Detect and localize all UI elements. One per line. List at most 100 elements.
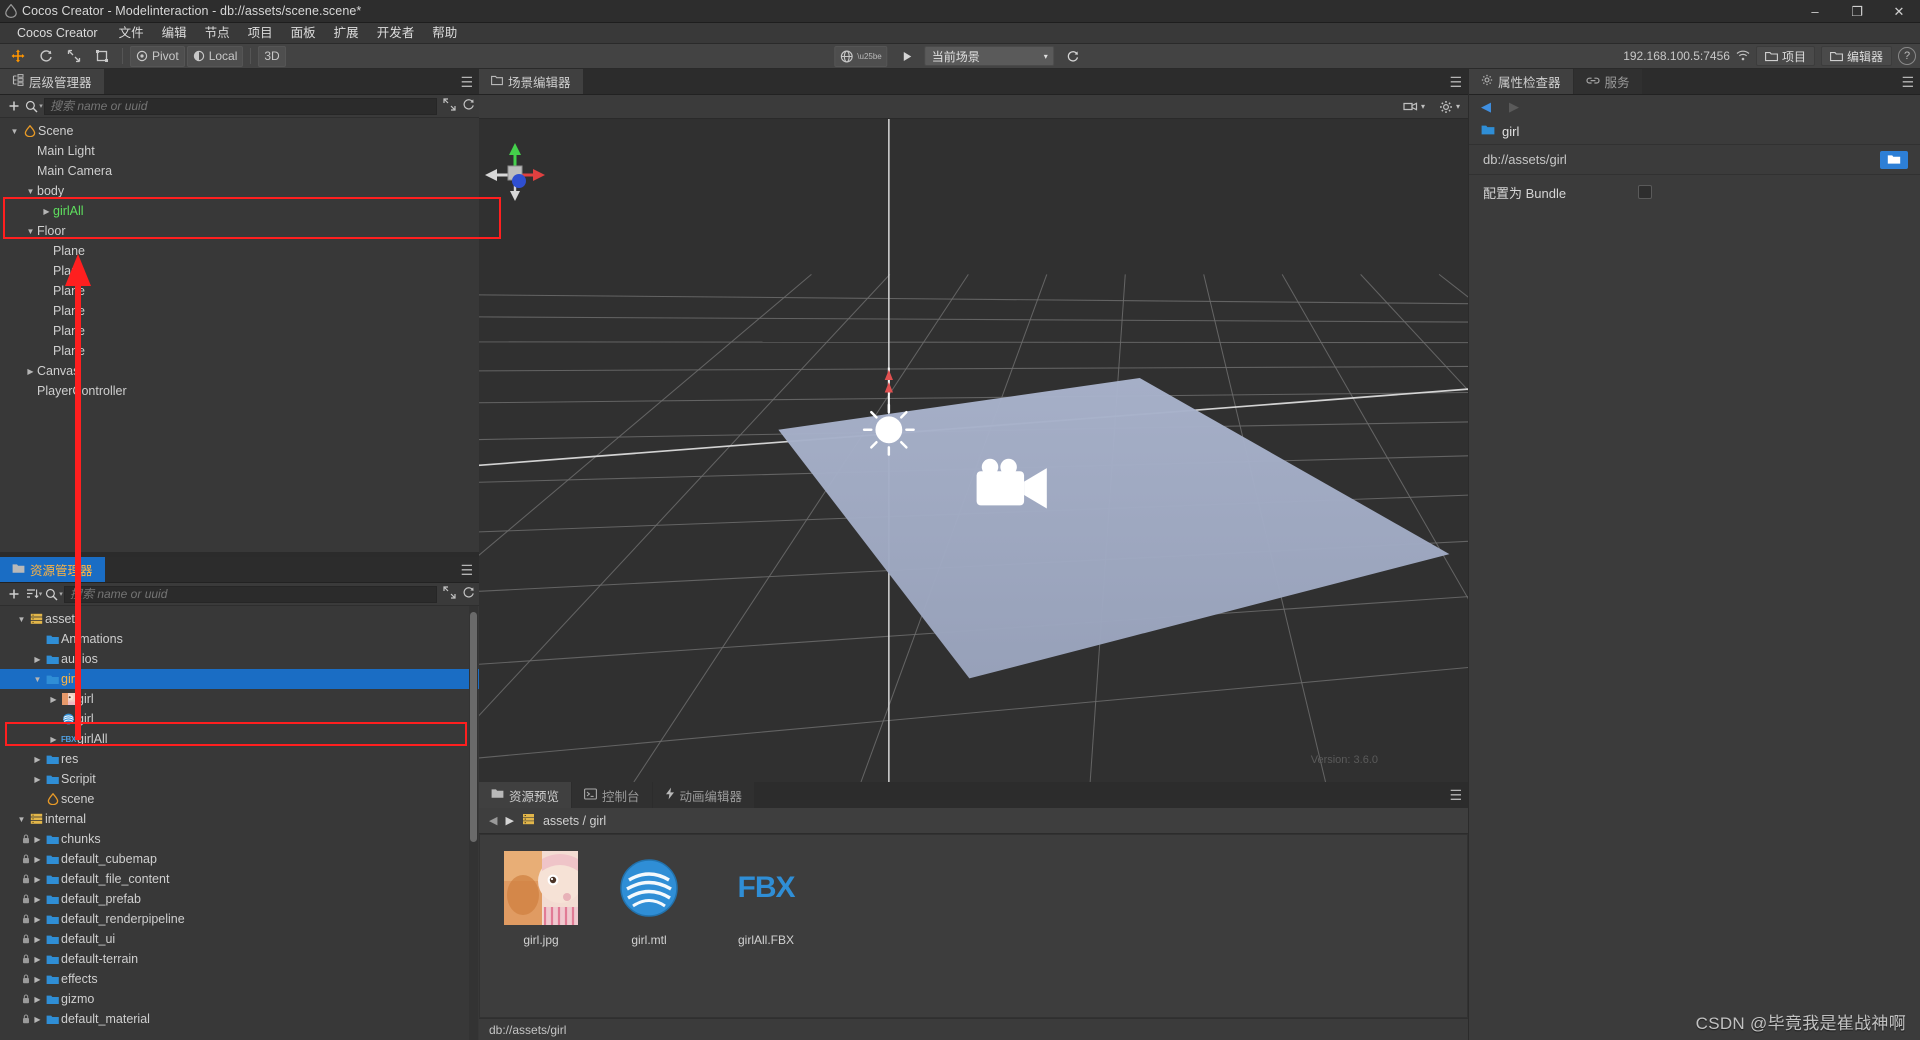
sort-icon[interactable]: ▾	[24, 583, 44, 606]
asset-node[interactable]: ▶ default_prefab	[0, 889, 479, 909]
tree-arrow-collapsed-icon[interactable]: ▶	[31, 935, 44, 944]
asset-node[interactable]: ▶ default_renderpipeline	[0, 909, 479, 929]
asset-card-girl-mtl[interactable]: girl.mtl	[608, 851, 690, 947]
collapse-all-icon[interactable]	[443, 98, 456, 114]
hierarchy-search-input[interactable]	[44, 97, 437, 115]
preview-device-button[interactable]: \u25be	[834, 45, 888, 67]
dimension-toggle-button[interactable]: 3D	[258, 45, 286, 67]
tree-arrow-collapsed-icon[interactable]: ▶	[31, 955, 44, 964]
assets-refresh-icon[interactable]	[462, 586, 475, 602]
asset-node[interactable]: ▶ girl	[0, 689, 479, 709]
asset-node[interactable]: ▶ default_ui	[0, 929, 479, 949]
menu-item-edit[interactable]: 编辑	[153, 23, 196, 44]
help-button[interactable]: ?	[1898, 47, 1916, 65]
breadcrumb-forward-button[interactable]: ▶	[505, 814, 513, 827]
tree-arrow-collapsed-icon[interactable]: ▶	[31, 915, 44, 924]
move-tool-button[interactable]	[5, 46, 31, 67]
add-node-icon[interactable]	[4, 95, 24, 118]
tree-arrow-collapsed-icon[interactable]: ▶	[31, 975, 44, 984]
tree-arrow-collapsed-icon[interactable]: ▶	[31, 875, 44, 884]
pivot-toggle-button[interactable]: Pivot	[130, 45, 185, 67]
minimize-button[interactable]: –	[1794, 0, 1836, 23]
tree-arrow-expanded-icon[interactable]: ▼	[15, 815, 28, 824]
asset-node[interactable]: ▶ default_material	[0, 1009, 479, 1029]
menu-item-help[interactable]: 帮助	[423, 23, 466, 44]
open-folder-button[interactable]	[1880, 150, 1908, 169]
asset-node[interactable]: ▶ default_cubemap	[0, 849, 479, 869]
asset-node[interactable]: Animations	[0, 629, 479, 649]
inspector-panel-menu-button[interactable]: ☰	[1901, 69, 1914, 95]
rect-tool-button[interactable]	[89, 46, 115, 67]
axis-gizmo[interactable]	[479, 139, 551, 211]
tree-arrow-collapsed-icon[interactable]: ▶	[31, 755, 44, 764]
menu-item-panel[interactable]: 面板	[282, 23, 325, 44]
tab-console[interactable]: 控制台	[572, 782, 653, 808]
hierarchy-node[interactable]: Plane	[0, 261, 479, 281]
asset-node[interactable]: girl	[0, 709, 479, 729]
hierarchy-node[interactable]: ▼ Floor	[0, 221, 479, 241]
hierarchy-node[interactable]: Main Camera	[0, 161, 479, 181]
asset-node[interactable]: ▶ res	[0, 749, 479, 769]
tab-services[interactable]: 服务	[1573, 69, 1643, 94]
tree-arrow-collapsed-icon[interactable]: ▶	[47, 695, 60, 704]
project-settings-button[interactable]: 项目	[1755, 46, 1815, 66]
menu-item-extension[interactable]: 扩展	[325, 23, 368, 44]
asset-grid[interactable]: girl.jpg girl.mtl FBX girlAll.FBX	[479, 834, 1468, 1018]
breadcrumb-back-button[interactable]: ◀	[489, 814, 497, 827]
assets-panel-menu-button[interactable]: ☰	[460, 557, 473, 583]
play-preview-button[interactable]	[894, 46, 920, 67]
asset-node[interactable]: ▼ girl	[0, 669, 479, 689]
assets-tree[interactable]: ▼ assets Animations ▶ audios ▼ girl ▶ girl girl ▶ F…	[0, 606, 479, 1040]
maximize-button[interactable]: ❐	[1836, 0, 1878, 23]
hierarchy-node[interactable]: Plane	[0, 281, 479, 301]
menu-item-project[interactable]: 项目	[239, 23, 282, 44]
close-button[interactable]: ✕	[1878, 0, 1920, 23]
asset-card-girl-jpg[interactable]: girl.jpg	[500, 851, 582, 947]
tab-assets[interactable]: 资源管理器	[0, 557, 106, 582]
asset-node[interactable]: ▶ effects	[0, 969, 479, 989]
asset-node[interactable]: ▶ Scripit	[0, 769, 479, 789]
tree-arrow-collapsed-icon[interactable]: ▶	[31, 895, 44, 904]
tree-arrow-expanded-icon[interactable]: ▼	[31, 675, 44, 684]
gear-icon[interactable]: ▾	[1439, 100, 1460, 114]
scale-tool-button[interactable]	[61, 46, 87, 67]
tree-arrow-collapsed-icon[interactable]: ▶	[31, 855, 44, 864]
bottom-panel-menu-button[interactable]: ☰	[1449, 782, 1462, 808]
menu-item-cocos-creator[interactable]: Cocos Creator	[8, 23, 110, 44]
hierarchy-node[interactable]: Plane	[0, 301, 479, 321]
asset-node[interactable]: ▶ audios	[0, 649, 479, 669]
asset-node[interactable]: scene	[0, 789, 479, 809]
menu-item-file[interactable]: 文件	[110, 23, 153, 44]
inspector-forward-button[interactable]: ▶	[1509, 99, 1519, 115]
tree-arrow-collapsed-icon[interactable]: ▶	[31, 1015, 44, 1024]
refresh-icon[interactable]	[462, 98, 475, 114]
hierarchy-node[interactable]: ▼ body	[0, 181, 479, 201]
inspector-back-button[interactable]: ◀	[1481, 99, 1491, 115]
asset-node[interactable]: ▶ chunks	[0, 829, 479, 849]
tab-hierarchy[interactable]: 层级管理器	[0, 69, 105, 94]
hierarchy-node[interactable]: Plane	[0, 321, 479, 341]
tab-scene-editor[interactable]: 场景编辑器	[479, 69, 584, 94]
scene-panel-menu-button[interactable]: ☰	[1449, 69, 1462, 95]
asset-card-girlall-fbx[interactable]: FBX girlAll.FBX	[716, 851, 816, 947]
asset-node[interactable]: ▼ assets	[0, 609, 479, 629]
tree-arrow-expanded-icon[interactable]: ▼	[24, 227, 37, 236]
tree-arrow-collapsed-icon[interactable]: ▶	[31, 655, 44, 664]
assets-scrollbar[interactable]	[469, 606, 478, 1040]
hierarchy-node[interactable]: Plane	[0, 341, 479, 361]
tab-animation-editor[interactable]: 动画编辑器	[652, 782, 756, 808]
asset-node[interactable]: ▼ internal	[0, 809, 479, 829]
scene-viewport[interactable]: Version: 3.6.0	[479, 119, 1468, 782]
hierarchy-node[interactable]: ▶ Canvas	[0, 361, 479, 381]
asset-node[interactable]: ▶ default_file_content	[0, 869, 479, 889]
hierarchy-panel-menu-button[interactable]: ☰	[460, 69, 473, 95]
tree-arrow-collapsed-icon[interactable]: ▶	[31, 995, 44, 1004]
hierarchy-node[interactable]: ▼ Scene	[0, 121, 479, 141]
search-icon[interactable]: ▾	[24, 95, 44, 118]
add-asset-icon[interactable]	[4, 583, 24, 606]
tab-inspector[interactable]: 属性检查器	[1469, 69, 1574, 94]
bundle-config-checkbox[interactable]	[1638, 185, 1652, 199]
tree-arrow-collapsed-icon[interactable]: ▶	[24, 367, 37, 376]
tab-asset-preview[interactable]: 资源预览	[479, 782, 573, 808]
editor-settings-button[interactable]: 编辑器	[1820, 46, 1892, 66]
